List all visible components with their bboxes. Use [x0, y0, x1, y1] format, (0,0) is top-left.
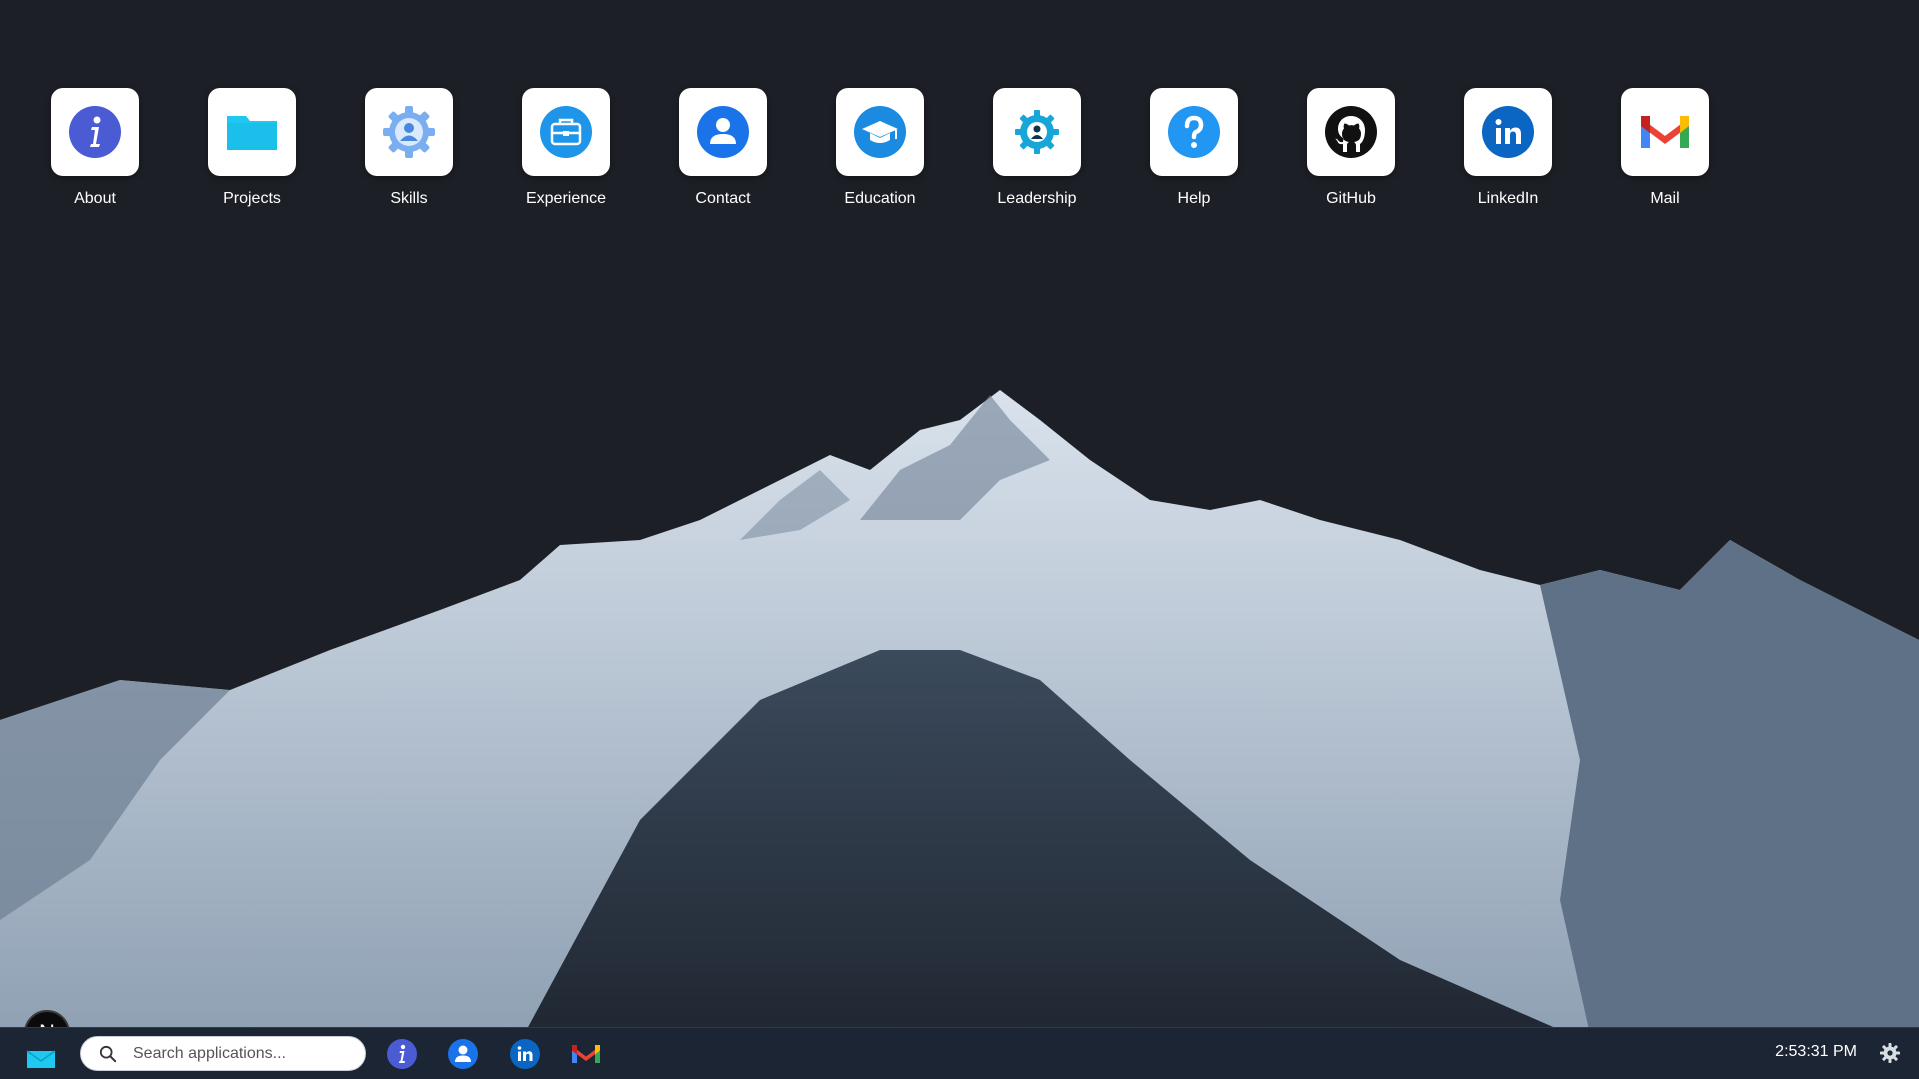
desktop-app-skills[interactable]: Skills [365, 88, 453, 208]
desktop-app-about[interactable]: About [51, 88, 139, 208]
folder-icon [227, 116, 277, 150]
app-label: Experience [525, 190, 607, 207]
contact-person-icon [697, 106, 749, 158]
app-label: Skills [390, 190, 428, 207]
app-tile[interactable] [208, 88, 296, 176]
info-icon [69, 106, 121, 158]
search-input[interactable] [131, 1043, 355, 1064]
app-label: About [74, 190, 116, 207]
desktop-icon-grid: About Projects Skills Experience Contact… [51, 88, 1709, 208]
app-label: Education [844, 190, 916, 207]
desktop-app-mail[interactable]: Mail [1621, 88, 1709, 208]
start-envelope-icon [26, 1050, 56, 1068]
gear-person-icon [383, 106, 435, 158]
search-icon [99, 1045, 117, 1062]
briefcase-icon [540, 106, 592, 158]
leadership-gear-icon [1015, 110, 1059, 154]
app-tile[interactable] [1307, 88, 1395, 176]
settings-button[interactable] [1879, 1042, 1901, 1064]
linkedin-icon [510, 1039, 540, 1069]
desktop-app-experience[interactable]: Experience [522, 88, 610, 208]
gear-icon [1880, 1043, 1900, 1063]
github-icon [1325, 106, 1377, 158]
app-label: LinkedIn [1477, 190, 1539, 207]
search-bar[interactable] [80, 1036, 366, 1071]
desktop-app-linkedin[interactable]: LinkedIn [1464, 88, 1552, 208]
contact-person-icon [448, 1039, 478, 1069]
app-label: GitHub [1326, 190, 1376, 207]
app-label: Help [1177, 190, 1211, 207]
desktop-app-leadership[interactable]: Leadership [993, 88, 1081, 208]
desktop-app-github[interactable]: GitHub [1307, 88, 1395, 208]
linkedin-icon [1482, 106, 1534, 158]
taskbar: 2:53:31 PM [0, 1027, 1919, 1079]
taskbar-app-linkedin[interactable] [509, 1038, 541, 1070]
taskbar-app-contact[interactable] [447, 1038, 479, 1070]
app-tile[interactable] [51, 88, 139, 176]
start-menu-button[interactable] [25, 1041, 59, 1069]
info-icon [387, 1039, 417, 1069]
help-question-icon [1168, 106, 1220, 158]
app-tile[interactable] [365, 88, 453, 176]
app-tile[interactable] [836, 88, 924, 176]
taskbar-app-mail[interactable] [570, 1038, 602, 1070]
graduation-cap-icon [854, 106, 906, 158]
desktop-app-projects[interactable]: Projects [208, 88, 296, 208]
system-clock: 2:53:31 PM [1775, 1043, 1857, 1060]
app-tile[interactable] [993, 88, 1081, 176]
app-tile[interactable] [522, 88, 610, 176]
taskbar-app-about[interactable] [386, 1038, 418, 1070]
app-tile[interactable] [1150, 88, 1238, 176]
app-label: Projects [223, 190, 281, 207]
gmail-icon [572, 1045, 600, 1063]
gmail-icon [1641, 116, 1689, 148]
app-tile[interactable] [1621, 88, 1709, 176]
desktop-app-contact[interactable]: Contact [679, 88, 767, 208]
app-label: Mail [1650, 190, 1680, 207]
app-tile[interactable] [679, 88, 767, 176]
desktop-app-education[interactable]: Education [836, 88, 924, 208]
app-label: Leadership [997, 190, 1077, 207]
app-label: Contact [695, 190, 751, 207]
desktop-app-help[interactable]: Help [1150, 88, 1238, 208]
app-tile[interactable] [1464, 88, 1552, 176]
